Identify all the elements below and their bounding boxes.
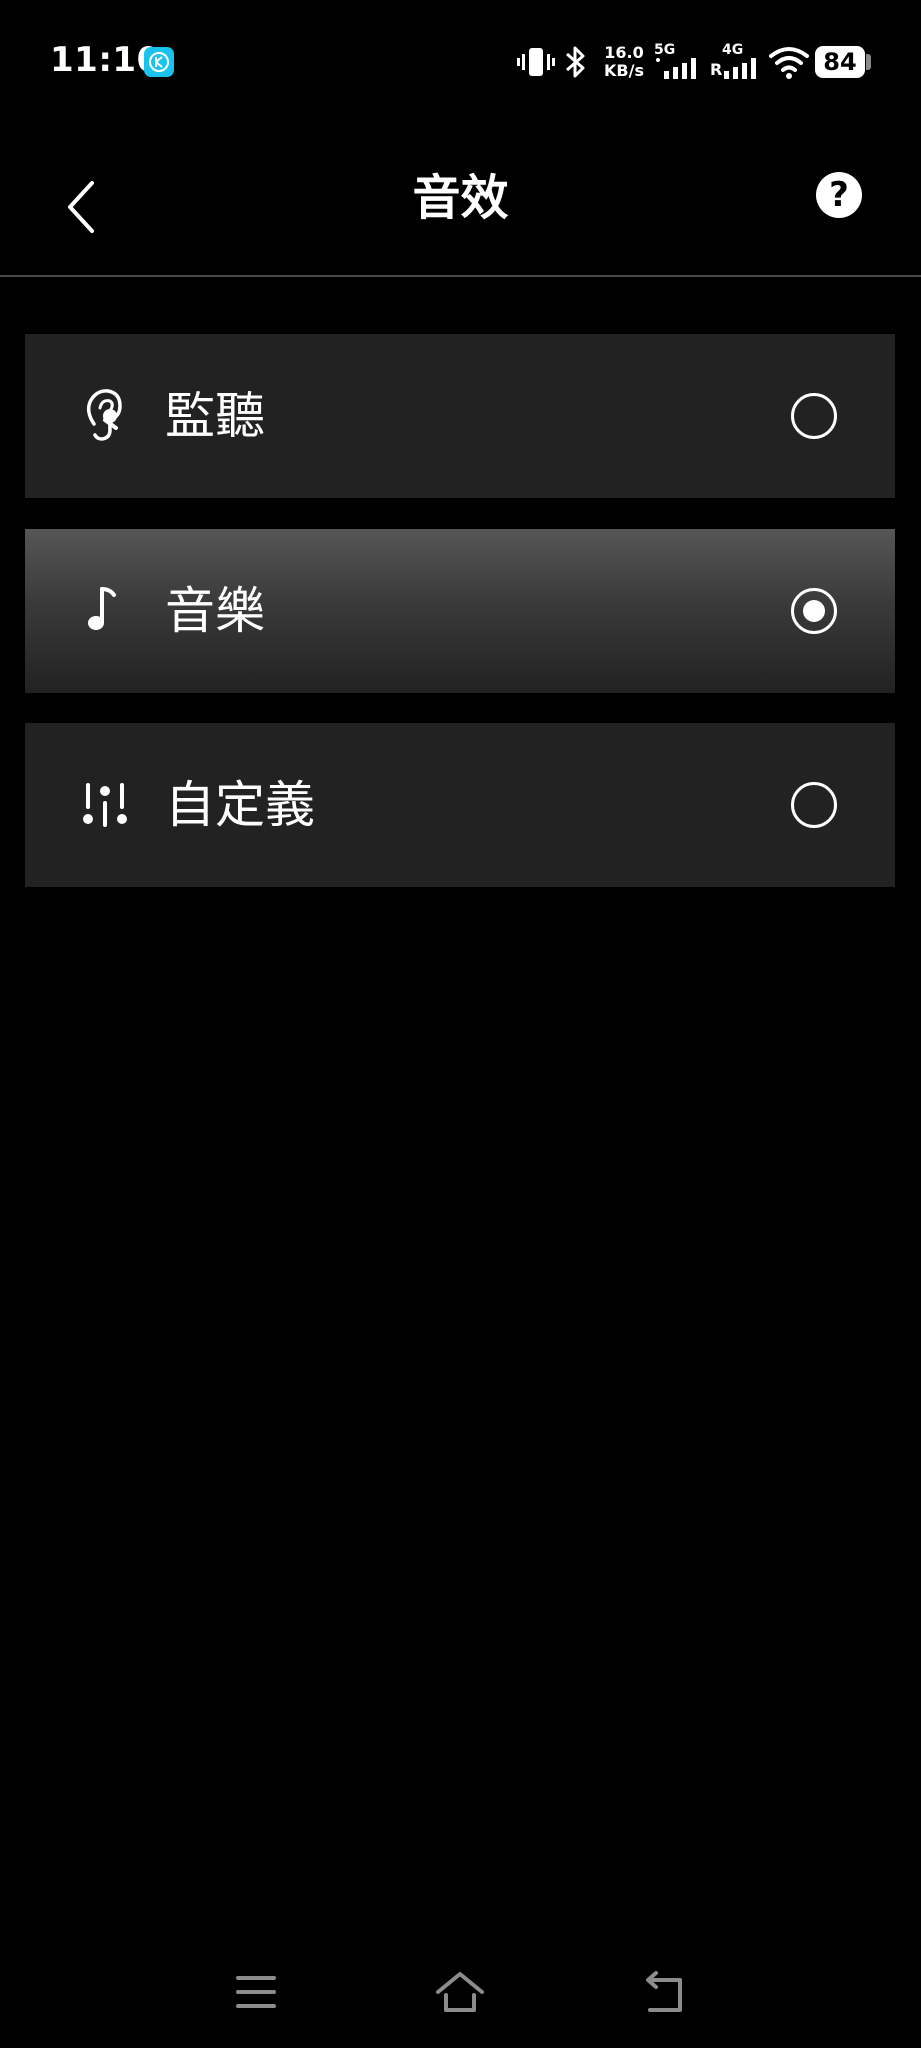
home-icon[interactable]: [430, 1962, 490, 2022]
app-bar: 音效 ?: [0, 110, 921, 276]
status-bar: 11:10 16.0 KB/s 5G 4G R 84: [0, 0, 921, 110]
option-custom[interactable]: 自定義: [25, 723, 895, 887]
option-music[interactable]: 音樂: [25, 529, 895, 693]
back-arrow-icon[interactable]: [634, 1962, 694, 2022]
battery-level: 84: [815, 46, 865, 78]
equalizer-icon: [83, 783, 127, 827]
option-label: 監聽: [165, 387, 265, 445]
navigation-bar: [0, 1940, 921, 2048]
option-label: 自定義: [165, 776, 315, 834]
net-speed-value: 16.0: [604, 43, 644, 62]
music-note-icon: [88, 587, 116, 630]
header-divider: [0, 275, 921, 277]
option-label: 音樂: [165, 582, 265, 640]
vibrate-icon: [517, 48, 555, 76]
signal-5g-icon: [656, 58, 696, 79]
radio-button-selected[interactable]: [791, 588, 837, 634]
question-mark-icon: ?: [829, 175, 849, 215]
signal-4g-icon: [724, 58, 756, 79]
option-monitor[interactable]: 監聽: [25, 334, 895, 498]
bluetooth-icon: [566, 46, 585, 78]
radio-button[interactable]: [791, 782, 837, 828]
app-notification-icon: [144, 47, 174, 77]
net-speed-unit: KB/s: [604, 61, 644, 80]
help-button[interactable]: ?: [816, 172, 862, 218]
net-speed: 16.0 KB/s: [602, 44, 646, 80]
radio-dot: [803, 600, 825, 622]
roaming-indicator: R: [710, 60, 723, 79]
battery-tip: [866, 54, 871, 70]
page-title: 音效: [412, 170, 509, 226]
ear-icon: [86, 389, 122, 441]
wifi-icon: [769, 47, 809, 79]
radio-button[interactable]: [791, 393, 837, 439]
menu-icon[interactable]: [226, 1962, 286, 2022]
